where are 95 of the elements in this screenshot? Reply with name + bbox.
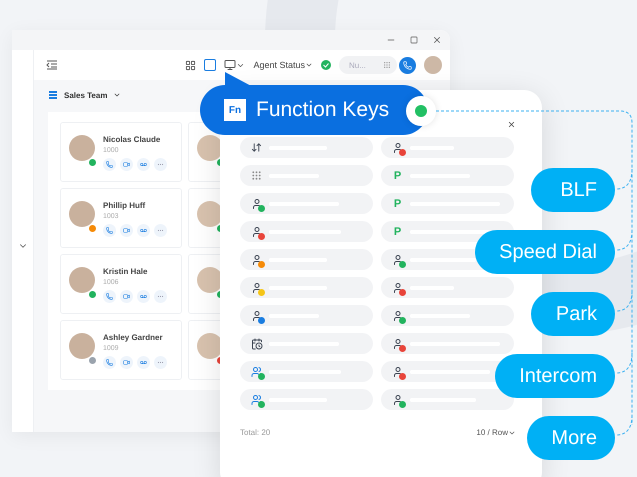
video-button[interactable]: [120, 290, 133, 303]
video-icon: [123, 161, 130, 168]
function-key[interactable]: [381, 137, 514, 158]
dialpad-icon: [251, 170, 262, 181]
phone-icon: [106, 161, 113, 168]
user-icon: [392, 282, 404, 294]
call-button[interactable]: [103, 224, 116, 237]
phone-icon: [106, 227, 113, 234]
number-search-field[interactable]: Nu...: [339, 56, 397, 74]
callout-title: Function Keys: [256, 98, 390, 122]
user-icon: [250, 282, 262, 294]
feature-tooltip: Intercom: [495, 354, 615, 398]
voicemail-button[interactable]: [137, 224, 150, 237]
more-icon: [157, 359, 164, 366]
call-button[interactable]: [103, 290, 116, 303]
voicemail-button[interactable]: [137, 356, 150, 369]
function-keys-icon[interactable]: [204, 59, 216, 71]
contact-avatar: [69, 333, 95, 359]
video-icon: [123, 227, 130, 234]
video-button[interactable]: [120, 224, 133, 237]
contact-name: Kristin Hale: [103, 267, 148, 276]
feature-tooltip: Park: [531, 292, 615, 336]
page-size-dropdown[interactable]: 10 / Row: [476, 428, 516, 437]
contact-name: Nicolas Claude: [103, 135, 162, 144]
voicemail-icon: [140, 293, 147, 300]
feature-tooltip: More: [527, 416, 615, 460]
transfer-icon: [251, 142, 262, 153]
voicemail-icon: [140, 161, 147, 168]
voicemail-icon: [140, 227, 147, 234]
phone-icon: [106, 359, 113, 366]
user-avatar[interactable]: [424, 56, 442, 74]
voicemail-button[interactable]: [137, 158, 150, 171]
user-icon: [250, 310, 262, 322]
status-check-icon: [321, 60, 331, 70]
function-key[interactable]: [240, 389, 373, 410]
function-key[interactable]: [240, 221, 373, 242]
contact-name: Phillip Huff: [103, 201, 146, 210]
user-icon: [392, 394, 404, 406]
phone-icon: [106, 293, 113, 300]
user-icon: [250, 254, 262, 266]
contact-avatar: [69, 267, 95, 293]
function-key[interactable]: [240, 193, 373, 214]
function-key[interactable]: [240, 361, 373, 382]
user-icon: [392, 142, 404, 154]
team-dropdown[interactable]: Sales Team: [48, 90, 122, 100]
function-key[interactable]: [381, 389, 514, 410]
park-label: P: [392, 226, 402, 238]
agent-status-dropdown[interactable]: Agent Status: [253, 60, 313, 70]
video-button[interactable]: [120, 158, 133, 171]
park-label: P: [392, 198, 402, 210]
menu-icon[interactable]: [46, 60, 58, 70]
contact-avatar: [69, 135, 95, 161]
calendar-icon: [250, 338, 262, 350]
user-icon: [392, 310, 404, 322]
indicator-dot: [415, 105, 427, 117]
more-icon: [157, 293, 164, 300]
phone-icon: [403, 60, 412, 70]
total-count: Total: 20: [240, 428, 270, 437]
function-key[interactable]: [381, 333, 514, 354]
team-icon: [48, 90, 58, 100]
user-icon: [392, 254, 404, 266]
users-icon: [250, 394, 262, 406]
user-icon: [250, 226, 262, 238]
more-icon: [157, 227, 164, 234]
call-button[interactable]: [103, 158, 116, 171]
close-icon[interactable]: [432, 35, 442, 45]
more-icon: [157, 161, 164, 168]
caret-icon: [305, 61, 313, 69]
feature-tooltip: Speed Dial: [475, 230, 615, 274]
users-icon: [250, 366, 262, 378]
user-icon: [392, 366, 404, 378]
video-icon: [123, 359, 130, 366]
close-button[interactable]: [507, 120, 516, 129]
close-icon: [507, 120, 516, 129]
monitor-icon[interactable]: [224, 59, 236, 71]
function-key[interactable]: [381, 277, 514, 298]
park-label: P: [392, 170, 402, 182]
video-icon: [123, 293, 130, 300]
caret-icon: [113, 91, 122, 99]
user-icon: [250, 198, 262, 210]
voicemail-icon: [140, 359, 147, 366]
function-key[interactable]: [381, 305, 514, 326]
fn-badge: Fn: [224, 99, 246, 121]
maximize-icon[interactable]: [410, 36, 418, 44]
function-key[interactable]: [240, 249, 373, 270]
grid-icon[interactable]: [185, 60, 196, 70]
call-button[interactable]: [399, 56, 416, 74]
contact-avatar: [69, 201, 95, 227]
voicemail-button[interactable]: [137, 290, 150, 303]
call-button[interactable]: [103, 356, 116, 369]
video-button[interactable]: [120, 356, 133, 369]
contact-name: Ashley Gardner: [103, 333, 164, 342]
feature-tooltip: BLF: [531, 168, 615, 212]
user-icon: [392, 338, 404, 350]
function-key[interactable]: [240, 305, 373, 326]
